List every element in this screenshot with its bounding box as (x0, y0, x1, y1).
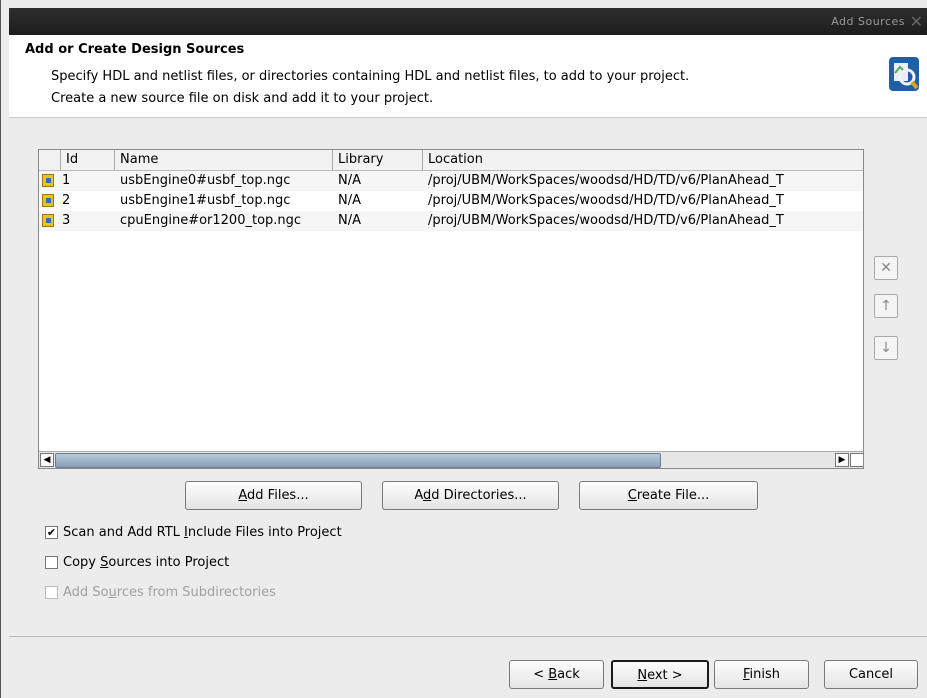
add-sources-dialog: Add Sources ✕ Add or Create Design Sourc… (0, 0, 927, 698)
footer-divider (9, 636, 927, 637)
netlist-file-icon (42, 174, 54, 187)
row-name: cpuEngine#or1200_top.ngc (120, 213, 302, 228)
row-id: 2 (62, 193, 71, 208)
row-name: usbEngine1#usbf_top.ngc (120, 193, 291, 208)
scroll-left-icon[interactable]: ◀ (40, 453, 54, 467)
scroll-right-icon[interactable]: ▶ (835, 453, 849, 467)
btn-mnemonic: C (627, 488, 637, 503)
move-down-button[interactable]: ↓ (874, 336, 898, 360)
corner-box (850, 453, 863, 467)
checkbox-label: Copy Sources into Project (63, 555, 230, 570)
row-library: N/A (338, 173, 361, 188)
btn-text: ext > (647, 668, 683, 683)
add-sources-icon (889, 57, 919, 91)
btn-text: A (414, 488, 423, 503)
checkbox-icon[interactable] (45, 556, 58, 569)
row-name: usbEngine0#usbf_top.ngc (120, 173, 291, 188)
btn-mnemonic: A (238, 488, 248, 503)
btn-text: ack (557, 667, 580, 682)
column-id[interactable]: Id (61, 150, 115, 170)
column-location[interactable]: Location (423, 150, 863, 170)
row-library: N/A (338, 193, 361, 208)
dialog-header: Add or Create Design Sources Specify HDL… (9, 35, 927, 118)
cancel-button[interactable]: Cancel (824, 660, 918, 689)
row-location: /proj/UBM/WorkSpaces/woodsd/HD/TD/v6/Pla… (428, 173, 784, 188)
description-line-1: Specify HDL and netlist files, or direct… (51, 69, 690, 84)
finish-button[interactable]: Finish (714, 660, 809, 689)
page-title: Add or Create Design Sources (25, 42, 245, 57)
add-files-button[interactable]: Add Files... (185, 481, 362, 510)
description-line-2: Create a new source file on disk and add… (51, 91, 434, 106)
horizontal-scrollbar[interactable]: ◀ ▶ (39, 451, 863, 468)
netlist-file-icon (42, 214, 54, 227)
create-file-button[interactable]: Create File... (579, 481, 758, 510)
back-button[interactable]: < Back (509, 660, 604, 689)
column-icon (39, 150, 61, 170)
row-id: 1 (62, 173, 71, 188)
arrow-down-icon: ↓ (880, 340, 892, 356)
scrollbar-thumb[interactable] (55, 453, 661, 468)
btn-text: dd Files... (247, 488, 309, 503)
row-location: /proj/UBM/WorkSpaces/woodsd/HD/TD/v6/Pla… (428, 193, 784, 208)
btn-text: inish (749, 667, 781, 682)
remove-icon: ✕ (880, 260, 892, 276)
btn-text: < (533, 667, 549, 682)
column-name[interactable]: Name (115, 150, 333, 170)
column-library[interactable]: Library (333, 150, 423, 170)
row-location: /proj/UBM/WorkSpaces/woodsd/HD/TD/v6/Pla… (428, 213, 784, 228)
move-up-button[interactable]: ↑ (874, 294, 898, 318)
btn-mnemonic: N (637, 668, 648, 683)
netlist-file-icon (42, 194, 54, 207)
table-row[interactable]: 2 usbEngine1#usbf_top.ngc N/A /proj/UBM/… (39, 191, 863, 211)
next-button[interactable]: Next > (611, 660, 709, 689)
btn-text: reate File... (636, 488, 710, 503)
add-directories-button[interactable]: Add Directories... (382, 481, 559, 510)
window-title: Add Sources (831, 15, 905, 28)
checkbox-label: Scan and Add RTL Include Files into Proj… (63, 525, 342, 540)
row-id: 3 (62, 213, 71, 228)
row-library: N/A (338, 213, 361, 228)
remove-button[interactable]: ✕ (874, 256, 898, 280)
checkbox-icon (45, 586, 58, 599)
table-row[interactable]: 3 cpuEngine#or1200_top.ngc N/A /proj/UBM… (39, 211, 863, 231)
title-bar: Add Sources ✕ (9, 8, 927, 35)
table-header: Id Name Library Location (39, 150, 863, 171)
sources-table: Id Name Library Location 1 usbEngine0#us… (38, 149, 864, 469)
table-row[interactable]: 1 usbEngine0#usbf_top.ngc N/A /proj/UBM/… (39, 171, 863, 191)
btn-text: d Directories... (431, 488, 527, 503)
arrow-up-icon: ↑ (880, 298, 892, 314)
close-icon[interactable]: ✕ (910, 12, 923, 31)
btn-mnemonic: B (548, 667, 558, 682)
checkbox-label: Add Sources from Subdirectories (63, 585, 276, 600)
checkbox-checked-icon[interactable]: ✔ (45, 526, 58, 539)
